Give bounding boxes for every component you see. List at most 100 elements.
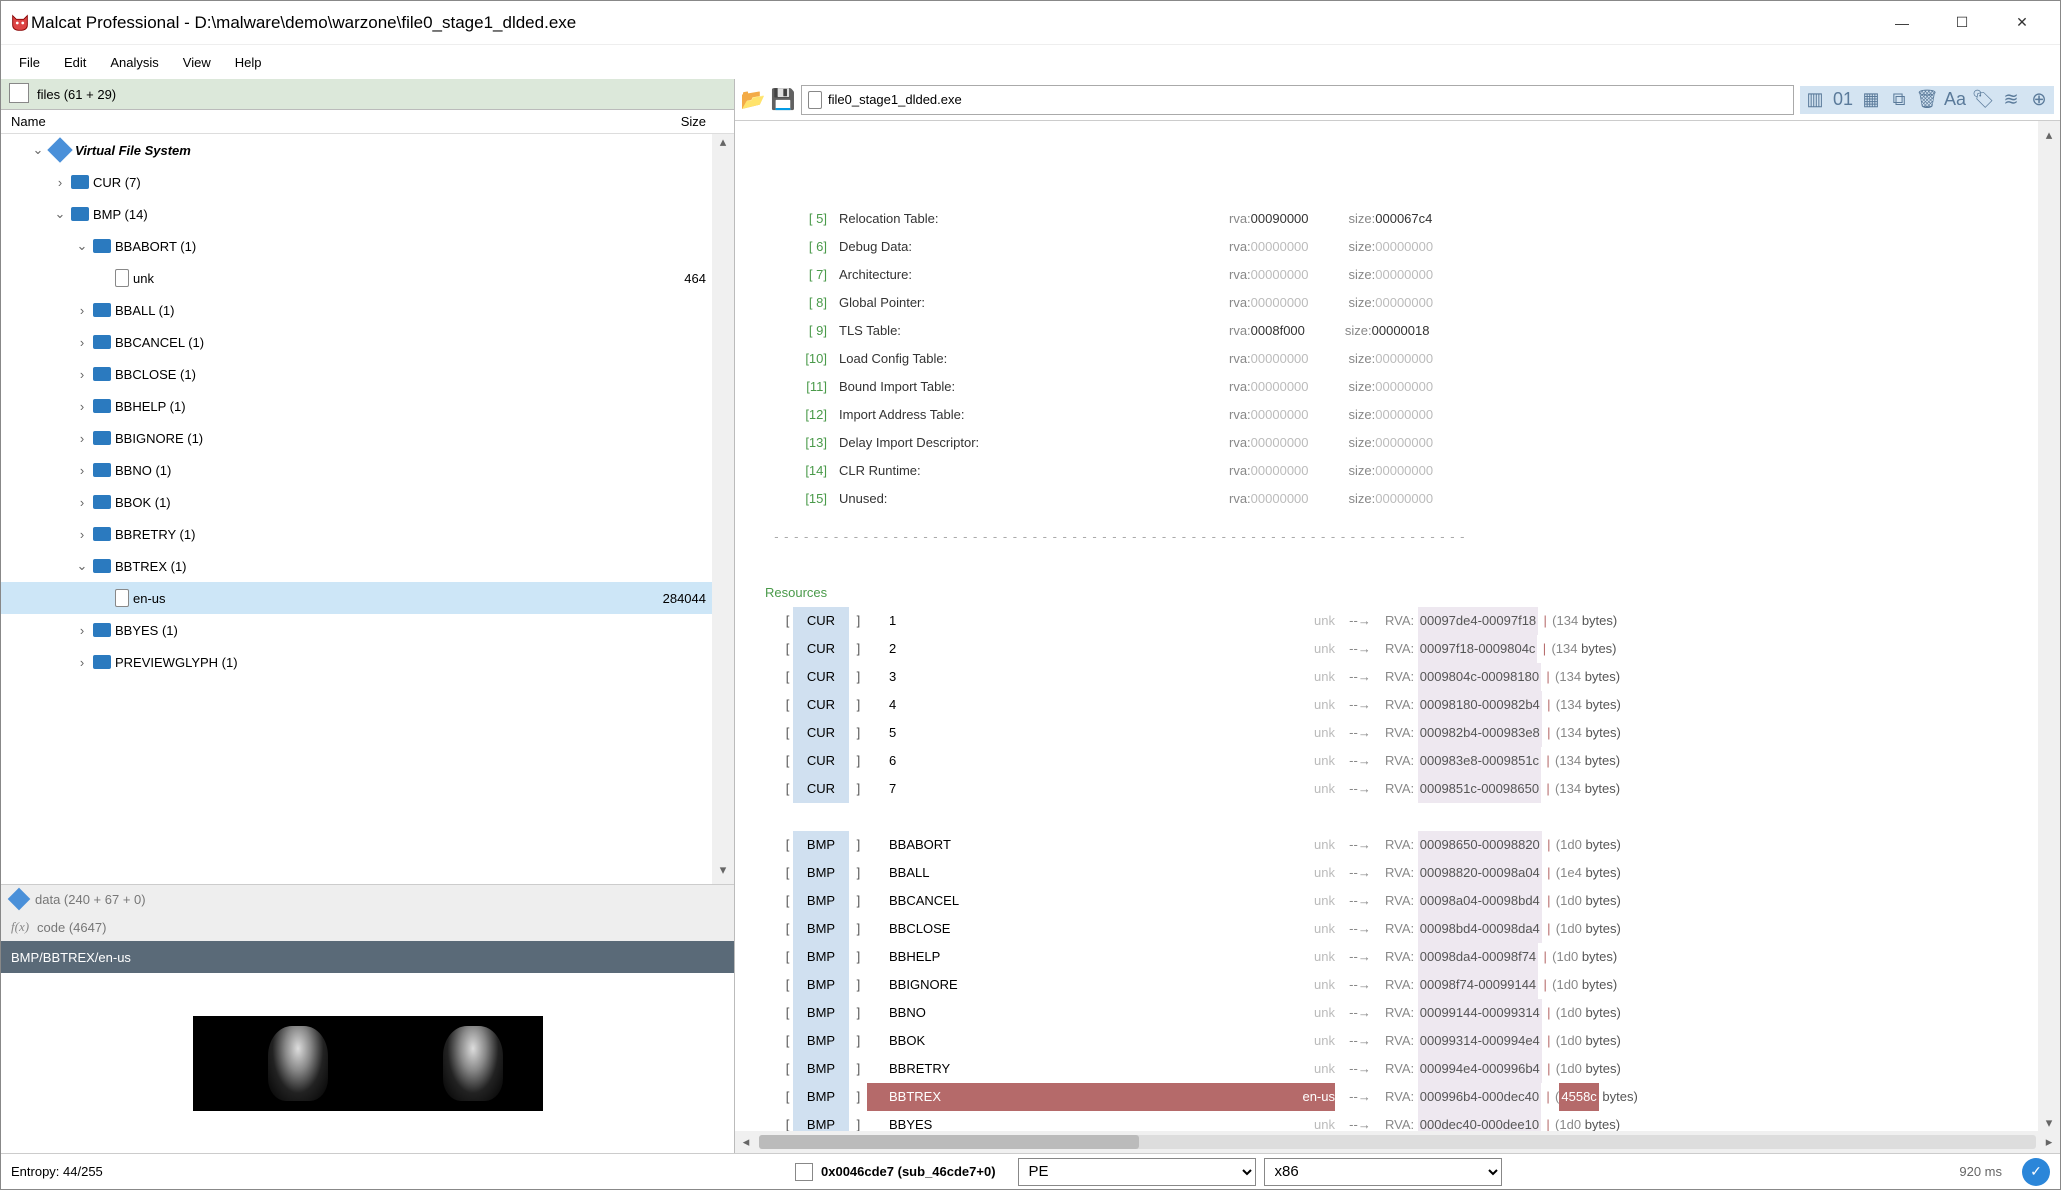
close-button[interactable]: ✕ bbox=[1992, 3, 2052, 43]
view-graph-icon[interactable]: ⧉ bbox=[1886, 88, 1912, 112]
menu-analysis[interactable]: Analysis bbox=[100, 51, 168, 74]
view-db-icon[interactable]: 🗑 bbox=[1914, 88, 1940, 112]
col-size[interactable]: Size bbox=[636, 114, 706, 129]
twisty-open-icon[interactable]: ⌄ bbox=[53, 206, 67, 222]
twisty-closed-icon[interactable]: › bbox=[75, 655, 89, 670]
resource-entry[interactable]: [ BMP ]BBOKunk--→RVA: 00099314-000994e4|… bbox=[765, 1027, 2060, 1055]
listing-vscroll[interactable]: ▴ ▾ bbox=[2038, 121, 2060, 1131]
twisty-closed-icon[interactable]: › bbox=[75, 527, 89, 542]
scroll-up-icon[interactable]: ▴ bbox=[2038, 121, 2060, 143]
twisty-closed-icon[interactable]: › bbox=[75, 463, 89, 478]
resource-entry[interactable]: [ CUR ]4unk--→RVA: 00098180-000982b4|(13… bbox=[765, 691, 2060, 719]
directory-entry[interactable]: [ 8]Global Pointer:rva:00000000size:0000… bbox=[765, 289, 2060, 317]
resource-entry[interactable]: [ CUR ]6unk--→RVA: 000983e8-0009851c|(13… bbox=[765, 747, 2060, 775]
directory-entry[interactable]: [ 7]Architecture:rva:00000000size:000000… bbox=[765, 261, 2060, 289]
twisty-closed-icon[interactable]: › bbox=[75, 399, 89, 414]
minimize-button[interactable]: — bbox=[1872, 3, 1932, 43]
data-panel-header[interactable]: data (240 + 67 + 0) bbox=[1, 884, 734, 913]
title-bar[interactable]: Malcat Professional - D:\malware\demo\wa… bbox=[1, 1, 2060, 45]
resource-entry[interactable]: [ BMP ]BBHELPunk--→RVA: 00098da4-00098f7… bbox=[765, 943, 2060, 971]
tree-row[interactable]: ›BBRETRY (1) bbox=[1, 518, 712, 550]
scroll-track[interactable] bbox=[759, 1135, 2036, 1149]
scroll-up-icon[interactable]: ▴ bbox=[712, 134, 734, 156]
status-ok-icon[interactable]: ✓ bbox=[2022, 1158, 2050, 1186]
resource-entry[interactable]: [ BMP ]BBCLOSEunk--→RVA: 00098bd4-00098d… bbox=[765, 915, 2060, 943]
tree-row[interactable]: ⌄BMP (14) bbox=[1, 198, 712, 230]
menu-help[interactable]: Help bbox=[225, 51, 272, 74]
directory-entry[interactable]: [14]CLR Runtime:rva:00000000size:0000000… bbox=[765, 457, 2060, 485]
tree-row[interactable]: ›BBALL (1) bbox=[1, 294, 712, 326]
resource-entry[interactable]: [ CUR ]3unk--→RVA: 0009804c-00098180|(13… bbox=[765, 663, 2060, 691]
resource-entry[interactable]: [ CUR ]7unk--→RVA: 0009851c-00098650|(13… bbox=[765, 775, 2060, 803]
resource-entry[interactable]: [ BMP ]BBCANCELunk--→RVA: 00098a04-00098… bbox=[765, 887, 2060, 915]
scroll-thumb[interactable] bbox=[759, 1135, 1139, 1149]
tree-row[interactable]: ›BBOK (1) bbox=[1, 486, 712, 518]
tree-row[interactable]: ⌄Virtual File System bbox=[1, 134, 712, 166]
view-web-icon[interactable]: ⊕ bbox=[2026, 88, 2052, 112]
scroll-left-icon[interactable]: ◂ bbox=[735, 1134, 757, 1150]
scroll-down-icon[interactable]: ▾ bbox=[712, 862, 734, 884]
directory-entry[interactable]: [ 6]Debug Data:rva:00000000size:00000000 bbox=[765, 233, 2060, 261]
twisty-closed-icon[interactable]: › bbox=[75, 367, 89, 382]
resource-entry[interactable]: [ BMP ]BBIGNOREunk--→RVA: 00098f74-00099… bbox=[765, 971, 2060, 999]
file-path-input[interactable]: file0_stage1_dlded.exe bbox=[801, 85, 1794, 115]
view-bytes-icon[interactable]: ▦ bbox=[1858, 88, 1884, 112]
listing-view[interactable]: ▴ ▾ [ 5]Relocation Table:rva:00090000siz… bbox=[735, 121, 2060, 1131]
twisty-closed-icon[interactable]: › bbox=[75, 431, 89, 446]
twisty-open-icon[interactable]: ⌄ bbox=[75, 238, 89, 254]
arch-select[interactable]: x86 bbox=[1264, 1158, 1502, 1186]
col-name[interactable]: Name bbox=[11, 114, 636, 129]
tree-row[interactable]: ›BBCLOSE (1) bbox=[1, 358, 712, 390]
menu-file[interactable]: File bbox=[9, 51, 50, 74]
twisty-closed-icon[interactable]: › bbox=[75, 335, 89, 350]
scroll-track[interactable] bbox=[712, 156, 734, 862]
format-select[interactable]: PE bbox=[1018, 1158, 1256, 1186]
resource-entry[interactable]: [ CUR ]1unk--→RVA: 00097de4-00097f18|(13… bbox=[765, 607, 2060, 635]
scroll-down-icon[interactable]: ▾ bbox=[2038, 1109, 2060, 1131]
directory-entry[interactable]: [ 5]Relocation Table:rva:00090000size:00… bbox=[765, 205, 2060, 233]
code-panel-header[interactable]: f(x) code (4647) bbox=[1, 913, 734, 941]
twisty-closed-icon[interactable]: › bbox=[75, 495, 89, 510]
file-tree[interactable]: ⌄Virtual File System›CUR (7)⌄BMP (14)⌄BB… bbox=[1, 134, 712, 884]
tree-row[interactable]: ›CUR (7) bbox=[1, 166, 712, 198]
save-icon[interactable]: 💾 bbox=[771, 88, 795, 112]
open-folder-icon[interactable]: 📂 bbox=[741, 88, 765, 112]
resource-entry[interactable]: [ BMP ]BBTREXen-us--→RVA: 000996b4-000de… bbox=[765, 1083, 2060, 1111]
tree-row[interactable]: ›BBCANCEL (1) bbox=[1, 326, 712, 358]
resource-entry[interactable]: [ CUR ]2unk--→RVA: 00097f18-0009804c|(13… bbox=[765, 635, 2060, 663]
tree-row[interactable]: en-us284044 bbox=[1, 582, 712, 614]
view-layers-icon[interactable]: ≋ bbox=[1998, 88, 2024, 112]
tree-row[interactable]: ›BBHELP (1) bbox=[1, 390, 712, 422]
menu-edit[interactable]: Edit bbox=[54, 51, 96, 74]
scroll-right-icon[interactable]: ▸ bbox=[2038, 1134, 2060, 1150]
twisty-open-icon[interactable]: ⌄ bbox=[31, 142, 45, 158]
tree-row[interactable]: unk464 bbox=[1, 262, 712, 294]
tree-row[interactable]: ›BBIGNORE (1) bbox=[1, 422, 712, 454]
tree-row[interactable]: ›BBNO (1) bbox=[1, 454, 712, 486]
resource-entry[interactable]: [ BMP ]BBABORTunk--→RVA: 00098650-000988… bbox=[765, 831, 2060, 859]
view-hex-icon[interactable]: 01 bbox=[1830, 88, 1856, 112]
resource-entry[interactable]: [ BMP ]BBNOunk--→RVA: 00099144-00099314|… bbox=[765, 999, 2060, 1027]
files-panel-header[interactable]: files (61 + 29) bbox=[1, 79, 734, 110]
tree-scrollbar[interactable]: ▴ ▾ bbox=[712, 134, 734, 884]
tree-row[interactable]: ›BBYES (1) bbox=[1, 614, 712, 646]
directory-entry[interactable]: [12]Import Address Table:rva:00000000siz… bbox=[765, 401, 2060, 429]
resource-entry[interactable]: [ CUR ]5unk--→RVA: 000982b4-000983e8|(13… bbox=[765, 719, 2060, 747]
maximize-button[interactable]: ☐ bbox=[1932, 3, 1992, 43]
view-tags-icon[interactable]: 🏷 bbox=[1970, 88, 1996, 112]
directory-entry[interactable]: [13]Delay Import Descriptor:rva:00000000… bbox=[765, 429, 2060, 457]
resource-entry[interactable]: [ BMP ]BBYESunk--→RVA: 000dec40-000dee10… bbox=[765, 1111, 2060, 1131]
scroll-track[interactable] bbox=[2038, 143, 2060, 1109]
menu-view[interactable]: View bbox=[173, 51, 221, 74]
tree-row[interactable]: ⌄BBABORT (1) bbox=[1, 230, 712, 262]
tree-row[interactable]: ⌄BBTREX (1) bbox=[1, 550, 712, 582]
tree-row[interactable]: ›PREVIEWGLYPH (1) bbox=[1, 646, 712, 678]
twisty-open-icon[interactable]: ⌄ bbox=[75, 558, 89, 574]
twisty-closed-icon[interactable]: › bbox=[75, 623, 89, 638]
resource-entry[interactable]: [ BMP ]BBALLunk--→RVA: 00098820-00098a04… bbox=[765, 859, 2060, 887]
directory-entry[interactable]: [15]Unused:rva:00000000size:00000000 bbox=[765, 485, 2060, 513]
twisty-closed-icon[interactable]: › bbox=[53, 175, 67, 190]
directory-entry[interactable]: [11]Bound Import Table:rva:00000000size:… bbox=[765, 373, 2060, 401]
twisty-closed-icon[interactable]: › bbox=[75, 303, 89, 318]
view-summary-icon[interactable]: ▥ bbox=[1802, 88, 1828, 112]
